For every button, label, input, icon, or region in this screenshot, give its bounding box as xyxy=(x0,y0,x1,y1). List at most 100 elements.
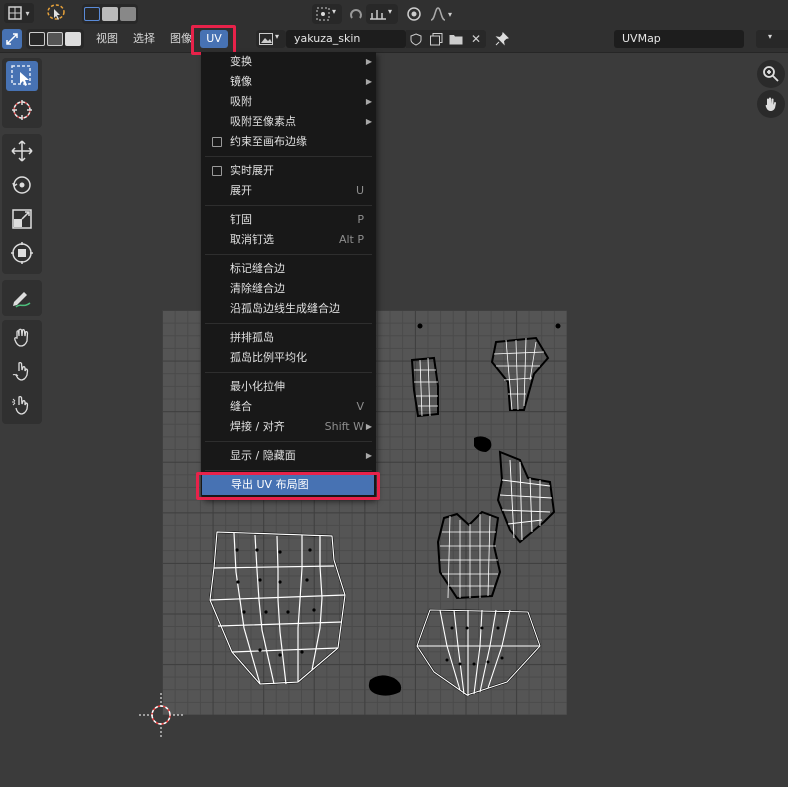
menu-item[interactable]: 显示 / 隐藏面 ▶ xyxy=(201,446,376,466)
select-subtract-button[interactable] xyxy=(120,7,136,21)
unlink-image-button[interactable]: ✕ xyxy=(466,30,486,48)
select-new-button[interactable] xyxy=(84,7,100,21)
2d-cursor-icon[interactable] xyxy=(137,691,185,739)
menu-item-label: 缝合 xyxy=(230,400,252,413)
face-select-button[interactable] xyxy=(65,32,81,46)
editor-type-dropdown[interactable]: ▾ xyxy=(4,3,34,23)
menu-item[interactable]: 最小化拉伸 xyxy=(201,377,376,397)
menu-item[interactable]: 缝合 V xyxy=(201,397,376,417)
tool-cursor[interactable] xyxy=(6,95,38,125)
tool-move[interactable] xyxy=(6,136,38,166)
transform-icon xyxy=(11,242,33,264)
fake-user-button[interactable] xyxy=(406,30,426,48)
menu-item[interactable]: 约束至画布边缘 xyxy=(201,132,376,152)
menu-item-label: 实时展开 xyxy=(230,164,274,177)
menu-image[interactable]: 图像 xyxy=(170,30,192,48)
menu-item-label: 焊接 / 对齐 xyxy=(230,420,285,433)
menu-item[interactable]: 沿孤岛边线生成缝合边 xyxy=(201,299,376,319)
select-extend-button[interactable] xyxy=(102,7,118,21)
menu-item-label: 取消钉选 xyxy=(230,233,274,246)
snap-toggle[interactable] xyxy=(346,4,366,24)
image-browse-dropdown[interactable]: ▾ xyxy=(256,30,286,48)
submenu-arrow-icon: ▶ xyxy=(365,422,372,431)
menu-item[interactable]: 焊接 / 对齐 Shift W ▶ xyxy=(201,417,376,437)
menu-item-label: 变换 xyxy=(230,55,252,68)
lasso-select-icon xyxy=(47,4,65,20)
header-row-top: ▾ ▾ ▾ ▾ xyxy=(0,0,788,26)
menu-item-label: 孤岛比例平均化 xyxy=(230,351,307,364)
menu-item[interactable]: 标记缝合边 xyxy=(201,259,376,279)
vertex-select-button[interactable] xyxy=(29,32,45,46)
menu-item-label: 钉固 xyxy=(230,213,252,226)
image-name-field[interactable]: yakuza_skin xyxy=(286,30,406,48)
chevron-down-icon: ▾ xyxy=(25,8,30,18)
pin-image-button[interactable] xyxy=(492,30,512,48)
tool-grab[interactable] xyxy=(6,322,38,352)
menu-item[interactable]: 镜像 ▶ xyxy=(201,72,376,92)
zoom-icon xyxy=(763,66,779,82)
menu-separator xyxy=(205,323,372,324)
export-uv-highlight-box xyxy=(196,472,380,500)
menu-item[interactable]: 取消钉选 Alt P xyxy=(201,230,376,250)
uv-sync-selection-toggle[interactable] xyxy=(2,29,22,49)
pin-icon xyxy=(495,32,509,46)
menu-item[interactable]: 展开 U xyxy=(201,181,376,201)
submenu-arrow-icon: ▶ xyxy=(365,117,372,126)
shield-icon xyxy=(410,32,422,46)
rotate-icon xyxy=(12,176,31,194)
tool-transform[interactable] xyxy=(6,238,38,268)
menu-item-label: 吸附 xyxy=(230,95,252,108)
tool-select-box[interactable] xyxy=(6,61,38,91)
select-box-icon xyxy=(11,65,31,86)
tool-rotate[interactable] xyxy=(6,170,38,200)
uv-menu-dropdown: 变换 ▶ 镜像 ▶ 吸附 ▶ 吸附至像素点 ▶ 约束至画布边缘 实时展开 展开 U 钉固 P 取消钉选 Alt… xyxy=(201,52,376,499)
toolbar-transform-group xyxy=(2,134,42,274)
submenu-arrow-icon: ▶ xyxy=(365,77,372,86)
snap-target-dropdown[interactable]: ▾ xyxy=(366,4,398,24)
menu-item-label: 显示 / 隐藏面 xyxy=(230,449,296,462)
menu-item-label: 展开 xyxy=(230,184,252,197)
menu-item-label: 标记缝合边 xyxy=(230,262,285,275)
menu-view[interactable]: 视图 xyxy=(96,30,118,48)
menu-item-label: 沿孤岛边线生成缝合边 xyxy=(230,302,340,315)
menu-item[interactable]: 孤岛比例平均化 xyxy=(201,348,376,368)
toolbar-select-group xyxy=(2,58,42,128)
uvmap-field[interactable]: UVMap xyxy=(614,30,744,48)
menu-item[interactable]: 拼排孤岛 xyxy=(201,328,376,348)
checkbox[interactable] xyxy=(212,137,222,147)
pan-gizmo[interactable] xyxy=(757,90,785,118)
proportional-falloff-dropdown[interactable]: ▾ xyxy=(426,4,456,24)
menu-item[interactable]: 钉固 P xyxy=(201,210,376,230)
selection-mode-button[interactable] xyxy=(44,3,68,23)
menu-item[interactable]: 吸附 ▶ xyxy=(201,92,376,112)
menu-item-shortcut: V xyxy=(356,400,364,413)
header-overflow-dropdown[interactable]: ▾ xyxy=(756,30,788,48)
chevron-down-icon: ▾ xyxy=(447,9,452,19)
open-image-button[interactable] xyxy=(446,30,466,48)
select-mode-group xyxy=(82,4,138,24)
edge-select-button[interactable] xyxy=(47,32,63,46)
falloff-curve-icon xyxy=(430,7,446,21)
new-image-button[interactable] xyxy=(426,30,446,48)
menu-item[interactable]: 变换 ▶ xyxy=(201,52,376,72)
sync-arrows-icon xyxy=(6,33,18,45)
chevron-down-icon: ▾ xyxy=(332,7,337,16)
zoom-gizmo[interactable] xyxy=(757,60,785,88)
cursor-icon xyxy=(12,100,32,120)
tool-annotate[interactable] xyxy=(6,283,38,313)
tool-pinch[interactable] xyxy=(6,390,38,420)
tool-relax[interactable] xyxy=(6,356,38,386)
proportional-edit-toggle[interactable] xyxy=(404,4,424,24)
tool-scale[interactable] xyxy=(6,204,38,234)
pivot-point-dropdown[interactable]: ▾ xyxy=(312,4,342,24)
menu-separator xyxy=(205,254,372,255)
menu-item[interactable]: 清除缝合边 xyxy=(201,279,376,299)
checkbox[interactable] xyxy=(212,166,222,176)
menu-select[interactable]: 选择 xyxy=(133,30,155,48)
chevron-down-icon: ▾ xyxy=(768,32,773,41)
uv-select-mode-group xyxy=(26,29,84,49)
menu-item-shortcut: Shift W xyxy=(324,420,364,433)
menu-item[interactable]: 吸附至像素点 ▶ xyxy=(201,112,376,132)
menu-item[interactable]: 实时展开 xyxy=(201,161,376,181)
menu-item-label: 吸附至像素点 xyxy=(230,115,296,128)
